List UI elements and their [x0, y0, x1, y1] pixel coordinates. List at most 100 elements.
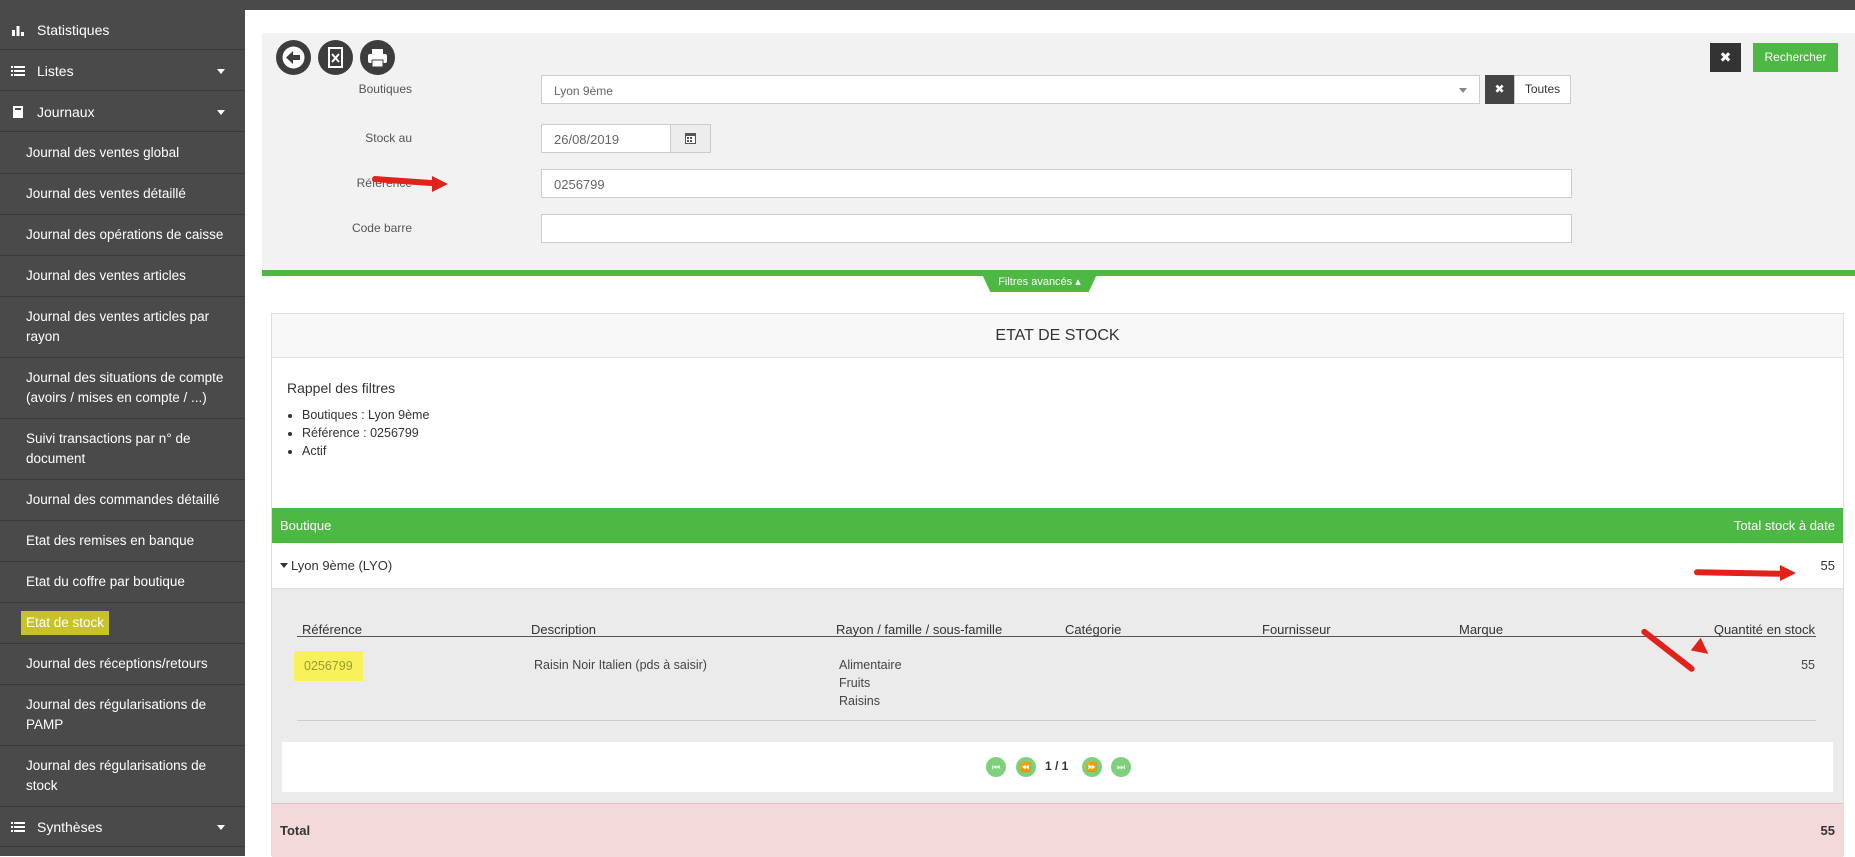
top-bar — [245, 0, 1855, 10]
advanced-filters-toggle[interactable]: Filtres avancés ▴ — [981, 272, 1098, 292]
sidebar-item-suivi-transactions[interactable]: Suivi transactions par n° de document — [0, 419, 245, 480]
group-row-name: Lyon 9ème (LYO) — [291, 558, 393, 573]
book-icon — [13, 106, 23, 118]
excel-file-icon — [328, 47, 343, 68]
row-sous-famille-value: Raisins — [839, 694, 880, 708]
search-button[interactable]: Rechercher — [1753, 43, 1838, 72]
sidebar-section-journaux[interactable]: Journaux — [0, 92, 245, 132]
column-header: Fournisseur — [1262, 622, 1331, 637]
caret-down-icon[interactable] — [280, 563, 288, 568]
sidebar-item-journal-commandes[interactable]: Journal des commandes détaillé — [0, 480, 245, 521]
sidebar-section-label: Statistiques — [37, 22, 110, 38]
group-header: Boutique Total stock à date — [272, 508, 1843, 543]
sidebar-item-journal-ventes-global[interactable]: Journal des ventes global — [0, 133, 245, 174]
first-page-button[interactable]: ⏮ — [986, 757, 1006, 777]
sidebar-section-label: Listes — [37, 63, 74, 79]
sidebar-item-journal-receptions[interactable]: Journal des réceptions/retours — [0, 644, 245, 685]
boutiques-select[interactable]: Lyon 9ème — [541, 75, 1480, 104]
filters-recall-item: Actif — [302, 442, 429, 460]
bar-chart-icon — [12, 26, 24, 36]
sidebar-item-label: Journal des ventes articles par rayon — [26, 309, 210, 344]
sidebar-item-etat-stock[interactable]: Etat de stock — [0, 603, 245, 644]
filter-panel: ✖ Rechercher Boutiques Lyon 9ème ✖ Toute… — [262, 33, 1855, 271]
sidebar-item-journal-situations-compte[interactable]: Journal des situations de compte (avoirs… — [0, 358, 245, 419]
stock-date-label: Stock au — [365, 131, 412, 145]
sidebar-item-label: Journal des réceptions/retours — [26, 656, 208, 671]
list-icon — [11, 822, 25, 832]
sidebar-item-label: Journal des commandes détaillé — [26, 492, 220, 507]
calendar-button[interactable] — [670, 124, 711, 153]
total-label: Total — [280, 823, 311, 838]
caret-up-icon: ▴ — [1075, 276, 1081, 288]
clear-filters-button[interactable]: ✖ — [1710, 43, 1741, 72]
clear-boutique-button[interactable]: ✖ — [1485, 75, 1514, 104]
reference-input[interactable]: 0256799 — [541, 169, 1572, 198]
sidebar-section-label: Synthèses — [37, 819, 103, 835]
group-row[interactable]: Lyon 9ème (LYO) 55 — [272, 543, 1843, 589]
group-header-total: Total stock à date — [1733, 518, 1835, 533]
last-page-button[interactable]: ⏭ — [1111, 757, 1131, 777]
row-quantite: 55 — [1801, 658, 1815, 672]
pagination: ⏮ ⏪ 1 / 1 ⏩ ⏭ — [282, 742, 1833, 792]
column-header: Rayon / famille / sous-famille — [836, 622, 1003, 637]
filters-recall-item: Boutiques : Lyon 9ème — [302, 406, 429, 424]
column-header: Description — [531, 622, 597, 637]
group-header-boutique: Boutique — [280, 518, 332, 533]
barcode-label: Code barre — [351, 221, 412, 235]
all-boutiques-button[interactable]: Toutes — [1514, 75, 1571, 104]
row-divider — [297, 720, 1816, 721]
next-page-button[interactable]: ⏩ — [1082, 757, 1102, 777]
filters-recall-title: Rappel des filtres — [287, 380, 396, 396]
report-title: ETAT DE STOCK — [272, 314, 1843, 358]
header-divider — [297, 636, 1816, 637]
group-row-total: 55 — [1820, 558, 1835, 573]
advanced-filters-label: Filtres avancés — [998, 276, 1073, 288]
sidebar-item-label: Journal des ventes détaillé — [26, 186, 186, 201]
excel-export-button[interactable] — [318, 40, 353, 75]
sidebar-section-syntheses[interactable]: Synthèses — [0, 807, 245, 847]
sidebar-item-label: Journal des opérations de caisse — [26, 227, 224, 242]
sidebar-section-listes[interactable]: Listes — [0, 51, 245, 91]
boutiques-selected-value: Lyon 9ème — [554, 84, 613, 98]
chevron-down-icon — [1459, 88, 1467, 93]
close-icon: ✖ — [1494, 82, 1505, 96]
filters-recall-item: Référence : 0256799 — [302, 424, 429, 442]
chevron-down-icon — [217, 69, 225, 74]
total-value: 55 — [1820, 823, 1835, 838]
stock-date-input[interactable]: 26/08/2019 — [541, 124, 671, 153]
chevron-down-icon — [217, 110, 225, 115]
sidebar-item-journal-regularisations-stock[interactable]: Journal des régularisations de stock — [0, 746, 245, 807]
sidebar-item-journal-ventes-detaille[interactable]: Journal des ventes détaillé — [0, 174, 245, 215]
sidebar-item-etat-coffre[interactable]: Etat du coffre par boutique — [0, 562, 245, 603]
column-header: Catégorie — [1065, 622, 1122, 637]
row-reference[interactable]: 0256799 — [294, 651, 363, 681]
print-button[interactable] — [360, 40, 395, 75]
annotation-arrowhead — [432, 176, 448, 192]
sidebar-item-journal-ventes-articles-rayon[interactable]: Journal des ventes articles par rayon — [0, 297, 245, 358]
sidebar-item-journal-regularisations-pamp[interactable]: Journal des régularisations de PAMP — [0, 685, 245, 746]
sidebar-item-label: Etat de stock — [21, 611, 110, 635]
annotation-arrowhead — [1780, 565, 1796, 581]
sidebar-item-journal-ventes-articles[interactable]: Journal des ventes articles — [0, 256, 245, 297]
print-icon — [368, 49, 387, 68]
sidebar-item-etat-remises-banque[interactable]: Etat des remises en banque — [0, 521, 245, 562]
list-icon — [11, 66, 25, 76]
sidebar-item-label: Journal des régularisations de PAMP — [26, 697, 207, 732]
barcode-input[interactable] — [541, 214, 1572, 243]
prev-page-button[interactable]: ⏪ — [1016, 757, 1036, 777]
sidebar-item-journal-operations-caisse[interactable]: Journal des opérations de caisse — [0, 215, 245, 256]
sidebar-item-label: Etat du coffre par boutique — [26, 574, 185, 589]
calendar-icon — [685, 133, 696, 144]
sidebar-section-label: Journaux — [37, 104, 95, 120]
column-header: Marque — [1459, 622, 1504, 637]
row-description: Raisin Noir Italien (pds à saisir) — [534, 658, 707, 672]
column-header: Quantité en stock — [1713, 622, 1815, 637]
sidebar-item-label: Journal des ventes global — [26, 145, 180, 160]
sidebar-item-label: Suivi transactions par n° de document — [26, 431, 191, 466]
sidebar-item-label: Journal des situations de compte (avoirs… — [26, 370, 224, 405]
row-rayon-value: Alimentaire — [839, 658, 902, 672]
filters-recall-list: Boutiques : Lyon 9ème Référence : 025679… — [287, 406, 429, 460]
boutiques-label: Boutiques — [358, 82, 412, 96]
back-button[interactable] — [276, 40, 311, 75]
sidebar-section-statistiques[interactable]: Statistiques — [0, 10, 245, 50]
